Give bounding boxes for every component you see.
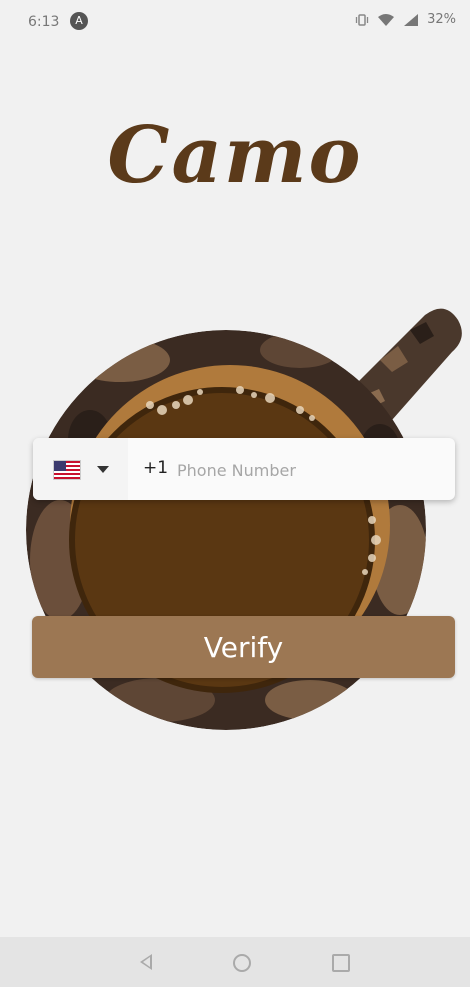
dial-code: +1	[143, 458, 169, 478]
flag-canton	[54, 461, 66, 471]
phone-input-card: +1	[33, 438, 455, 500]
us-flag-icon	[53, 460, 81, 480]
phone-number-input[interactable]	[175, 452, 439, 488]
home-icon[interactable]	[233, 954, 251, 972]
country-code-picker[interactable]	[33, 438, 128, 500]
back-icon[interactable]	[140, 954, 152, 970]
system-nav-bar	[0, 937, 470, 987]
verify-button[interactable]: Verify	[32, 616, 455, 678]
caret-down-icon	[97, 466, 109, 473]
recents-icon[interactable]	[332, 954, 350, 972]
